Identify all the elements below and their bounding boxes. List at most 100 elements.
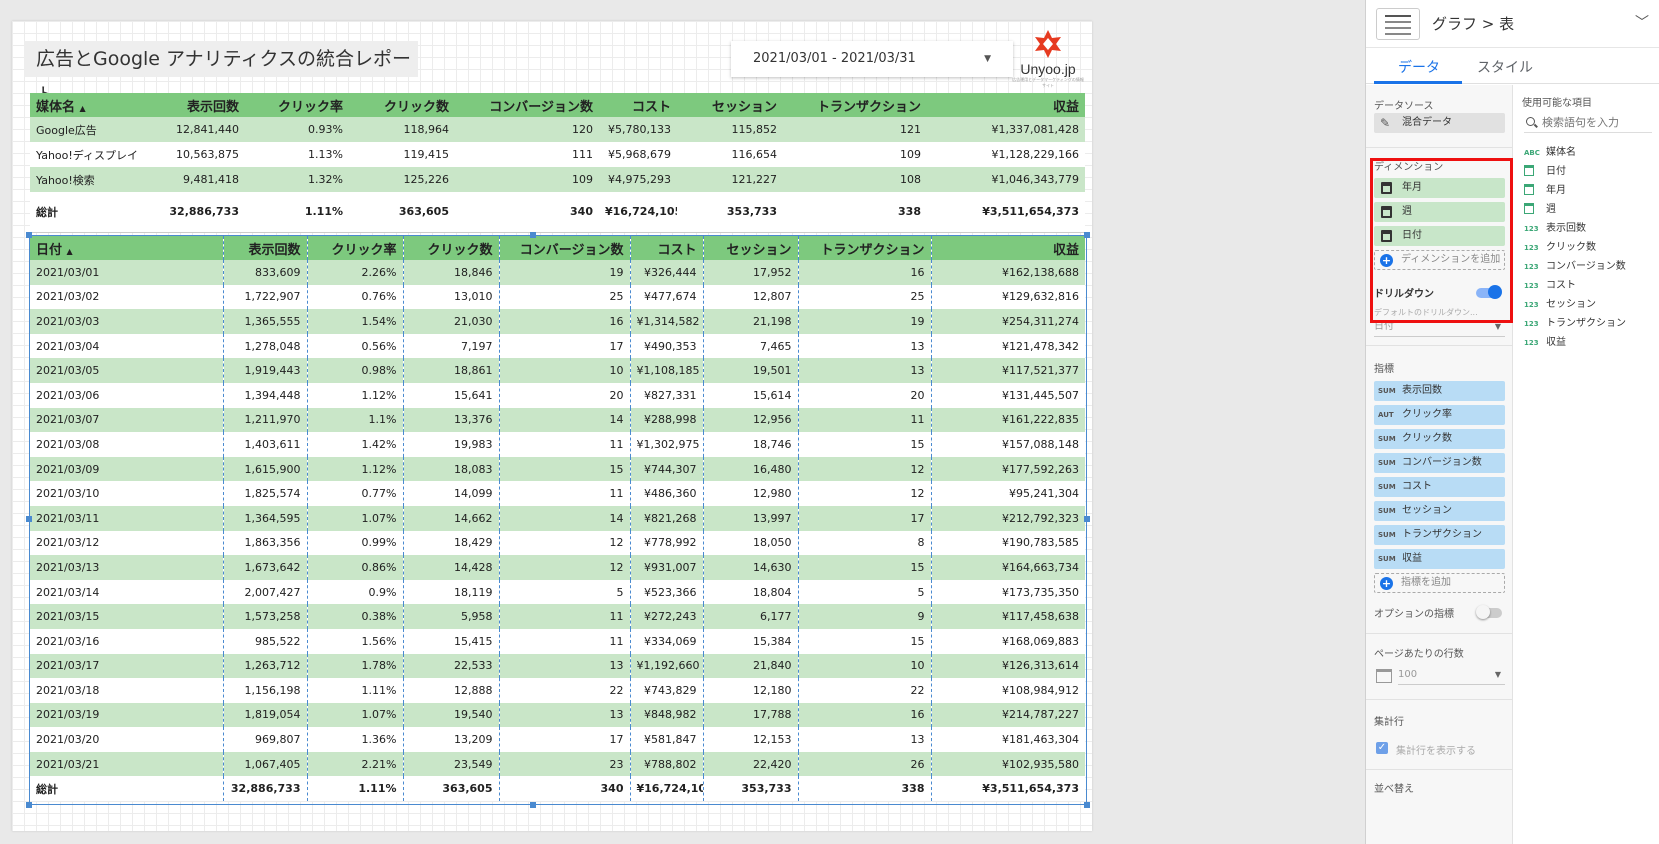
table-row[interactable]: 2021/03/12 1,863,356 0.99% 18,429 12 ¥778,992… bbox=[30, 530, 1085, 556]
table-row[interactable]: 2021/03/08 1,403,611 1.42% 19,983 11 ¥1,302,9… bbox=[30, 432, 1085, 457]
field-item[interactable]: 123 表示回数 bbox=[1524, 219, 1586, 234]
chart-type-breadcrumb[interactable]: グラフ > 表 bbox=[1432, 13, 1514, 34]
resize-handle[interactable] bbox=[1084, 802, 1090, 808]
column-header[interactable]: セッション bbox=[702, 236, 798, 260]
field-item[interactable]: 123 コンバージョン数 bbox=[1524, 257, 1626, 272]
aggregation-badge[interactable]: SUM bbox=[1378, 525, 1396, 545]
table-row[interactable]: 2021/03/05 1,919,443 0.98% 18,861 10 ¥1,108,1… bbox=[30, 358, 1085, 383]
daily-table[interactable]: 日付 ▲ 表示回数 クリック率 クリック数 コンバージョン数 コスト セッション トランザクシ… bbox=[30, 236, 1085, 802]
resize-handle[interactable] bbox=[26, 516, 32, 522]
field-item[interactable]: 123 収益 bbox=[1524, 333, 1566, 348]
metric-chip[interactable]: SUM セッション bbox=[1374, 501, 1505, 521]
aggregation-badge[interactable]: SUM bbox=[1378, 549, 1396, 569]
metric-chip[interactable]: SUM コンバージョン数 bbox=[1374, 453, 1505, 473]
field-item[interactable]: 123 トランザクション bbox=[1524, 314, 1626, 329]
table-row[interactable]: 2021/03/11 1,364,595 1.07% 14,662 14 ¥821,268… bbox=[30, 505, 1085, 531]
column-header[interactable]: クリック率 bbox=[245, 93, 349, 117]
summary-row-checkbox[interactable]: ✓ bbox=[1376, 742, 1388, 754]
column-header[interactable]: 収益 bbox=[930, 236, 1085, 260]
dimension-chip[interactable]: 日付 bbox=[1374, 226, 1505, 246]
table-row[interactable]: 2021/03/18 1,156,198 1.11% 12,888 22 ¥743,829… bbox=[30, 678, 1085, 703]
rows-per-page-select[interactable]: 100 ▼ bbox=[1398, 665, 1505, 685]
column-header[interactable]: クリック率 bbox=[306, 236, 403, 260]
resize-handle[interactable] bbox=[530, 232, 536, 238]
resize-handle[interactable] bbox=[26, 232, 32, 238]
metric-chip[interactable]: SUM コスト bbox=[1374, 477, 1505, 497]
aggregation-badge[interactable]: AUT bbox=[1378, 405, 1394, 425]
table-row[interactable]: Yahoo!検索 9,481,418 1.32% 125,226 109 ¥4,975,2… bbox=[30, 167, 1085, 192]
column-header[interactable]: 媒体名 ▲ bbox=[30, 93, 160, 117]
metric-chip[interactable]: AUT クリック率 bbox=[1374, 405, 1505, 425]
field-item[interactable]: 週 bbox=[1524, 200, 1556, 215]
field-item[interactable]: 123 セッション bbox=[1524, 295, 1596, 310]
table-row[interactable]: 2021/03/09 1,615,900 1.12% 18,083 15 ¥744,307… bbox=[30, 456, 1085, 482]
add-dimension-button[interactable]: + ディメンションを追加 bbox=[1374, 250, 1505, 270]
field-item[interactable]: 日付 bbox=[1524, 162, 1566, 177]
data-source-chip[interactable]: ✎ 混合データ bbox=[1374, 113, 1505, 133]
aggregation-badge[interactable]: SUM bbox=[1378, 429, 1396, 449]
table-row[interactable]: 2021/03/06 1,394,448 1.12% 15,641 20 ¥827,331… bbox=[30, 382, 1085, 408]
field-item[interactable]: 123 コスト bbox=[1524, 276, 1576, 291]
table-row[interactable]: Google広告 12,841,440 0.93% 118,964 120 ¥5,780,… bbox=[30, 117, 1085, 142]
column-header[interactable]: 日付 ▲ bbox=[30, 236, 223, 260]
table-cell: ¥181,463,304 bbox=[930, 727, 1085, 752]
drilldown-toggle[interactable] bbox=[1476, 285, 1502, 299]
optional-metrics-toggle[interactable] bbox=[1476, 605, 1502, 619]
column-header[interactable]: 収益 bbox=[927, 93, 1085, 117]
column-header[interactable]: コンバージョン数 bbox=[498, 236, 630, 260]
resize-handle[interactable] bbox=[530, 802, 536, 808]
table-row[interactable]: 2021/03/10 1,825,574 0.77% 14,099 11 ¥486,360… bbox=[30, 481, 1085, 506]
add-metric-button[interactable]: + 指標を追加 bbox=[1374, 573, 1505, 593]
media-summary-table[interactable]: 媒体名 ▲ 表示回数 クリック率 クリック数 コンバージョン数 コスト セッション トランザク… bbox=[30, 93, 1085, 233]
aggregation-badge[interactable]: SUM bbox=[1378, 501, 1396, 521]
aggregation-badge[interactable]: SUM bbox=[1378, 453, 1396, 473]
tab-data[interactable]: データ bbox=[1398, 57, 1440, 77]
aggregation-badge[interactable]: SUM bbox=[1378, 477, 1396, 497]
table-row[interactable]: 2021/03/20 969,807 1.36% 13,209 17 ¥581,847 12… bbox=[30, 727, 1085, 752]
metric-chip[interactable]: SUM 表示回数 bbox=[1374, 381, 1505, 401]
dimension-chip[interactable]: 週 bbox=[1374, 202, 1505, 222]
table-row[interactable]: 2021/03/03 1,365,555 1.54% 21,030 16 ¥1,314,5… bbox=[30, 309, 1085, 334]
table-row[interactable]: 2021/03/15 1,573,258 0.38% 5,958 11 ¥272,243 6… bbox=[30, 604, 1085, 629]
field-search-input[interactable] bbox=[1524, 113, 1652, 133]
date-range-control[interactable]: 2021/03/01 - 2021/03/31 ▼ bbox=[731, 41, 1013, 77]
pencil-icon[interactable]: ✎ bbox=[1380, 113, 1390, 133]
table-row[interactable]: 2021/03/07 1,211,970 1.1% 13,376 14 ¥288,998 1… bbox=[30, 407, 1085, 433]
resize-handle[interactable] bbox=[1084, 232, 1090, 238]
table-row[interactable]: Yahoo!ディスプレイ 10,563,875 1.13% 119,415 111 ¥5,… bbox=[30, 142, 1085, 167]
column-header[interactable]: コスト bbox=[599, 93, 677, 117]
table-row[interactable]: 2021/03/14 2,007,427 0.9% 18,119 5 ¥523,366 18… bbox=[30, 579, 1085, 605]
default-drilldown-select[interactable]: 日付 ▼ bbox=[1374, 317, 1505, 337]
resize-handle[interactable] bbox=[26, 802, 32, 808]
metric-chip[interactable]: SUM クリック数 bbox=[1374, 429, 1505, 449]
metric-chip[interactable]: SUM トランザクション bbox=[1374, 525, 1505, 545]
table-row[interactable]: 2021/03/02 1,722,907 0.76% 13,010 25 ¥477,674… bbox=[30, 284, 1085, 310]
table-chart-icon[interactable] bbox=[1376, 8, 1420, 40]
resize-handle[interactable] bbox=[1084, 516, 1090, 522]
table-row[interactable]: 2021/03/13 1,673,642 0.86% 14,428 12 ¥931,007… bbox=[30, 555, 1085, 580]
column-header[interactable]: 表示回数 bbox=[222, 236, 307, 260]
column-header[interactable]: トランザクション bbox=[783, 93, 927, 117]
table-row[interactable]: 2021/03/04 1,278,048 0.56% 7,197 17 ¥490,353 7… bbox=[30, 333, 1085, 359]
table-row[interactable]: 2021/03/17 1,263,712 1.78% 22,533 13 ¥1,192,6… bbox=[30, 653, 1085, 679]
dimension-chip[interactable]: 年月 bbox=[1374, 178, 1505, 198]
column-header[interactable]: トランザクション bbox=[797, 236, 931, 260]
column-header[interactable]: コンバージョン数 bbox=[455, 93, 599, 117]
table-row[interactable]: 2021/03/01 833,609 2.26% 18,846 19 ¥326,444 17… bbox=[30, 260, 1085, 285]
table-row[interactable]: 2021/03/16 985,522 1.56% 15,415 11 ¥334,069 15… bbox=[30, 628, 1085, 654]
field-item[interactable]: 年月 bbox=[1524, 181, 1566, 196]
report-title[interactable]: 広告とGoogle アナリティクスの統合レポート bbox=[24, 41, 418, 106]
column-header[interactable]: セッション bbox=[677, 93, 783, 117]
metric-chip[interactable]: SUM 収益 bbox=[1374, 549, 1505, 569]
table-row[interactable]: 2021/03/19 1,819,054 1.07% 19,540 13 ¥848,982… bbox=[30, 702, 1085, 728]
chevron-down-icon[interactable]: ﹀ bbox=[1635, 12, 1649, 32]
column-header[interactable]: クリック数 bbox=[349, 93, 455, 117]
column-header[interactable]: コスト bbox=[629, 236, 703, 260]
column-header[interactable]: クリック数 bbox=[402, 236, 499, 260]
column-header[interactable]: 表示回数 bbox=[160, 93, 245, 117]
tab-style[interactable]: スタイル bbox=[1477, 57, 1533, 77]
table-row[interactable]: 2021/03/21 1,067,405 2.21% 23,549 23 ¥788,802… bbox=[30, 751, 1085, 777]
field-item[interactable]: ABC 媒体名 bbox=[1524, 143, 1576, 158]
field-item[interactable]: 123 クリック数 bbox=[1524, 238, 1596, 253]
aggregation-badge[interactable]: SUM bbox=[1378, 381, 1396, 401]
